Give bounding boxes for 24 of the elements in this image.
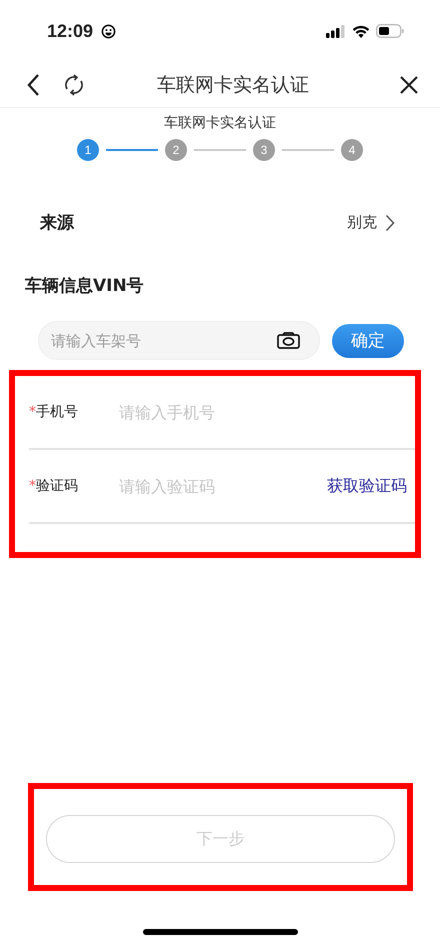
signal-icon <box>326 24 346 38</box>
vin-label: 车辆信息VIN号 <box>24 275 145 297</box>
step-indicator: 2 <box>165 139 187 161</box>
status-time: 12:09 <box>47 20 94 42</box>
steps-title: 车联网卡实名认证 <box>163 114 277 132</box>
field-label: *手机号 <box>29 403 79 421</box>
wifi-icon <box>352 24 370 38</box>
field-label: *验证码 <box>29 477 79 495</box>
chevron-right-icon[interactable] <box>385 214 395 232</box>
refresh-icon[interactable] <box>62 72 86 96</box>
close-icon[interactable] <box>400 76 418 94</box>
vin-input-field[interactable]: 请输入车架号 <box>38 321 320 360</box>
step-indicator: 1 <box>77 139 99 161</box>
source-value[interactable]: 别克 <box>347 213 377 232</box>
step-indicator: 4 <box>341 139 363 161</box>
source-label: 来源 <box>40 212 74 234</box>
battery-icon <box>376 24 404 38</box>
get-code-link[interactable]: 获取验证码 <box>327 476 407 496</box>
smiley-icon <box>101 24 116 38</box>
confirm-button[interactable]: 确定 <box>332 324 404 358</box>
camera-icon[interactable] <box>277 332 300 349</box>
page-title: 车联网卡实名认证 <box>156 72 310 98</box>
step-indicator: 3 <box>253 139 275 161</box>
back-icon[interactable] <box>26 72 40 96</box>
